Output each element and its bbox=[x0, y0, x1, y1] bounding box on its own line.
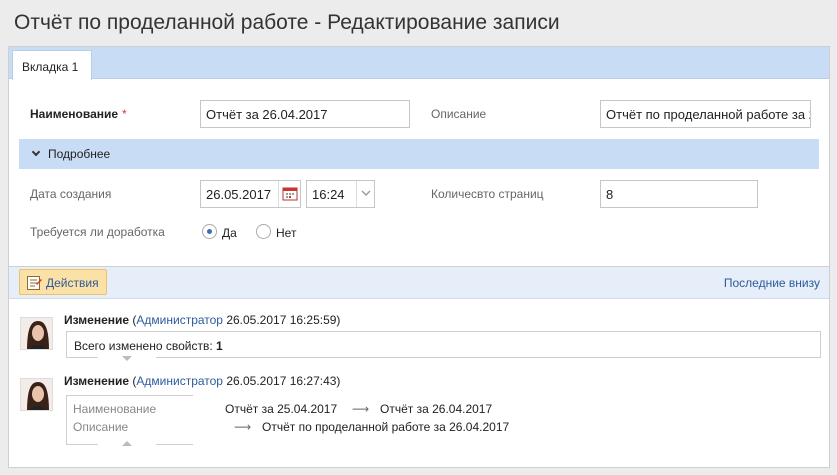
user-avatar bbox=[21, 379, 52, 410]
tab-1[interactable]: Вкладка 1 bbox=[12, 50, 92, 80]
entry-datetime: 26.05.2017 16:27:43) bbox=[222, 374, 341, 388]
date-value: 26.05.2017 bbox=[206, 187, 272, 202]
entry-author-link[interactable]: Администратор bbox=[136, 313, 223, 327]
entry-type: Изменение bbox=[64, 374, 130, 388]
name-label: Наименование * bbox=[30, 107, 127, 121]
summary-prefix: Всего изменено свойств: bbox=[74, 339, 217, 353]
avatar bbox=[20, 378, 53, 411]
change-arrow: ⟶ bbox=[352, 402, 370, 416]
rework-yes-radio[interactable] bbox=[202, 224, 217, 239]
actions-button[interactable]: Действия bbox=[19, 269, 107, 295]
chevron-down-icon bbox=[31, 147, 41, 157]
entry-author-link[interactable]: Администратор bbox=[136, 374, 223, 388]
calendar-button[interactable] bbox=[278, 181, 300, 207]
rework-no-radio[interactable] bbox=[256, 224, 271, 239]
change-field-label: Наименование bbox=[73, 402, 157, 416]
created-label: Дата создания bbox=[30, 187, 112, 201]
calendar-icon bbox=[282, 187, 298, 201]
change-old-value: Отчёт за 25.04.2017 bbox=[225, 402, 338, 416]
rework-no-label[interactable]: Нет bbox=[276, 226, 296, 240]
actions-icon bbox=[27, 276, 42, 290]
details-section-toggle[interactable]: Подробнее bbox=[19, 139, 819, 169]
edit-form-card: Вкладка 1 Наименование * Отчёт за 26.04.2… bbox=[8, 46, 830, 267]
change-new-value: Отчёт за 26.04.2017 bbox=[380, 402, 493, 416]
details-section-label: Подробнее bbox=[48, 147, 111, 161]
avatar bbox=[20, 317, 53, 350]
collapse-toggle[interactable] bbox=[98, 441, 156, 449]
entry-header: Изменение (Администратор 26.05.2017 16:2… bbox=[64, 374, 340, 388]
pages-label: Количесвто страниц bbox=[431, 187, 544, 201]
change-new-value: Отчёт по проделанной работе за 26.04.201… bbox=[262, 420, 510, 434]
date-input[interactable]: 26.05.2017 bbox=[200, 180, 301, 208]
description-label: Описание bbox=[431, 107, 487, 121]
summary-count: 1 bbox=[216, 339, 223, 353]
page-title: Отчёт по проделанной работе - Редактиров… bbox=[14, 11, 560, 34]
entry-header: Изменение (Администратор 26.05.2017 16:2… bbox=[64, 313, 340, 327]
sort-order-link[interactable]: Последние внизу bbox=[724, 276, 820, 290]
entry-summary-text: Всего изменено свойств: 1 bbox=[74, 339, 223, 353]
pages-input[interactable]: 8 bbox=[600, 180, 758, 208]
expand-toggle[interactable] bbox=[98, 354, 156, 362]
entry-datetime: 26.05.2017 16:25:59) bbox=[222, 313, 341, 327]
name-input[interactable]: Отчёт за 26.04.2017 bbox=[200, 100, 410, 128]
time-dropdown-button[interactable] bbox=[356, 181, 374, 207]
chevron-down-icon bbox=[361, 190, 371, 196]
change-arrow: ⟶ bbox=[234, 420, 252, 434]
time-input[interactable]: 16:24 bbox=[306, 180, 375, 208]
feed-toolbar: Действия Последние внизу bbox=[9, 267, 829, 299]
user-avatar bbox=[21, 318, 52, 349]
activity-feed: Действия Последние внизу Изменение (Адми… bbox=[8, 266, 830, 468]
name-label-text: Наименование bbox=[30, 107, 119, 121]
rework-yes-label[interactable]: Да bbox=[222, 226, 237, 240]
actions-label: Действия bbox=[46, 276, 99, 290]
time-value: 16:24 bbox=[312, 187, 345, 202]
tab-bar: Вкладка 1 bbox=[9, 47, 829, 80]
rework-label: Требуется ли доработка bbox=[30, 225, 165, 239]
expand-down-icon bbox=[122, 356, 132, 361]
description-input[interactable]: Отчёт по проделанной работе за 26.04.201… bbox=[600, 100, 811, 128]
change-field-label: Описание bbox=[73, 420, 129, 434]
required-mark: * bbox=[122, 107, 127, 121]
entry-summary: Всего изменено свойств: 1 bbox=[66, 331, 821, 358]
collapse-up-icon bbox=[122, 441, 132, 446]
entry-type: Изменение bbox=[64, 313, 130, 327]
